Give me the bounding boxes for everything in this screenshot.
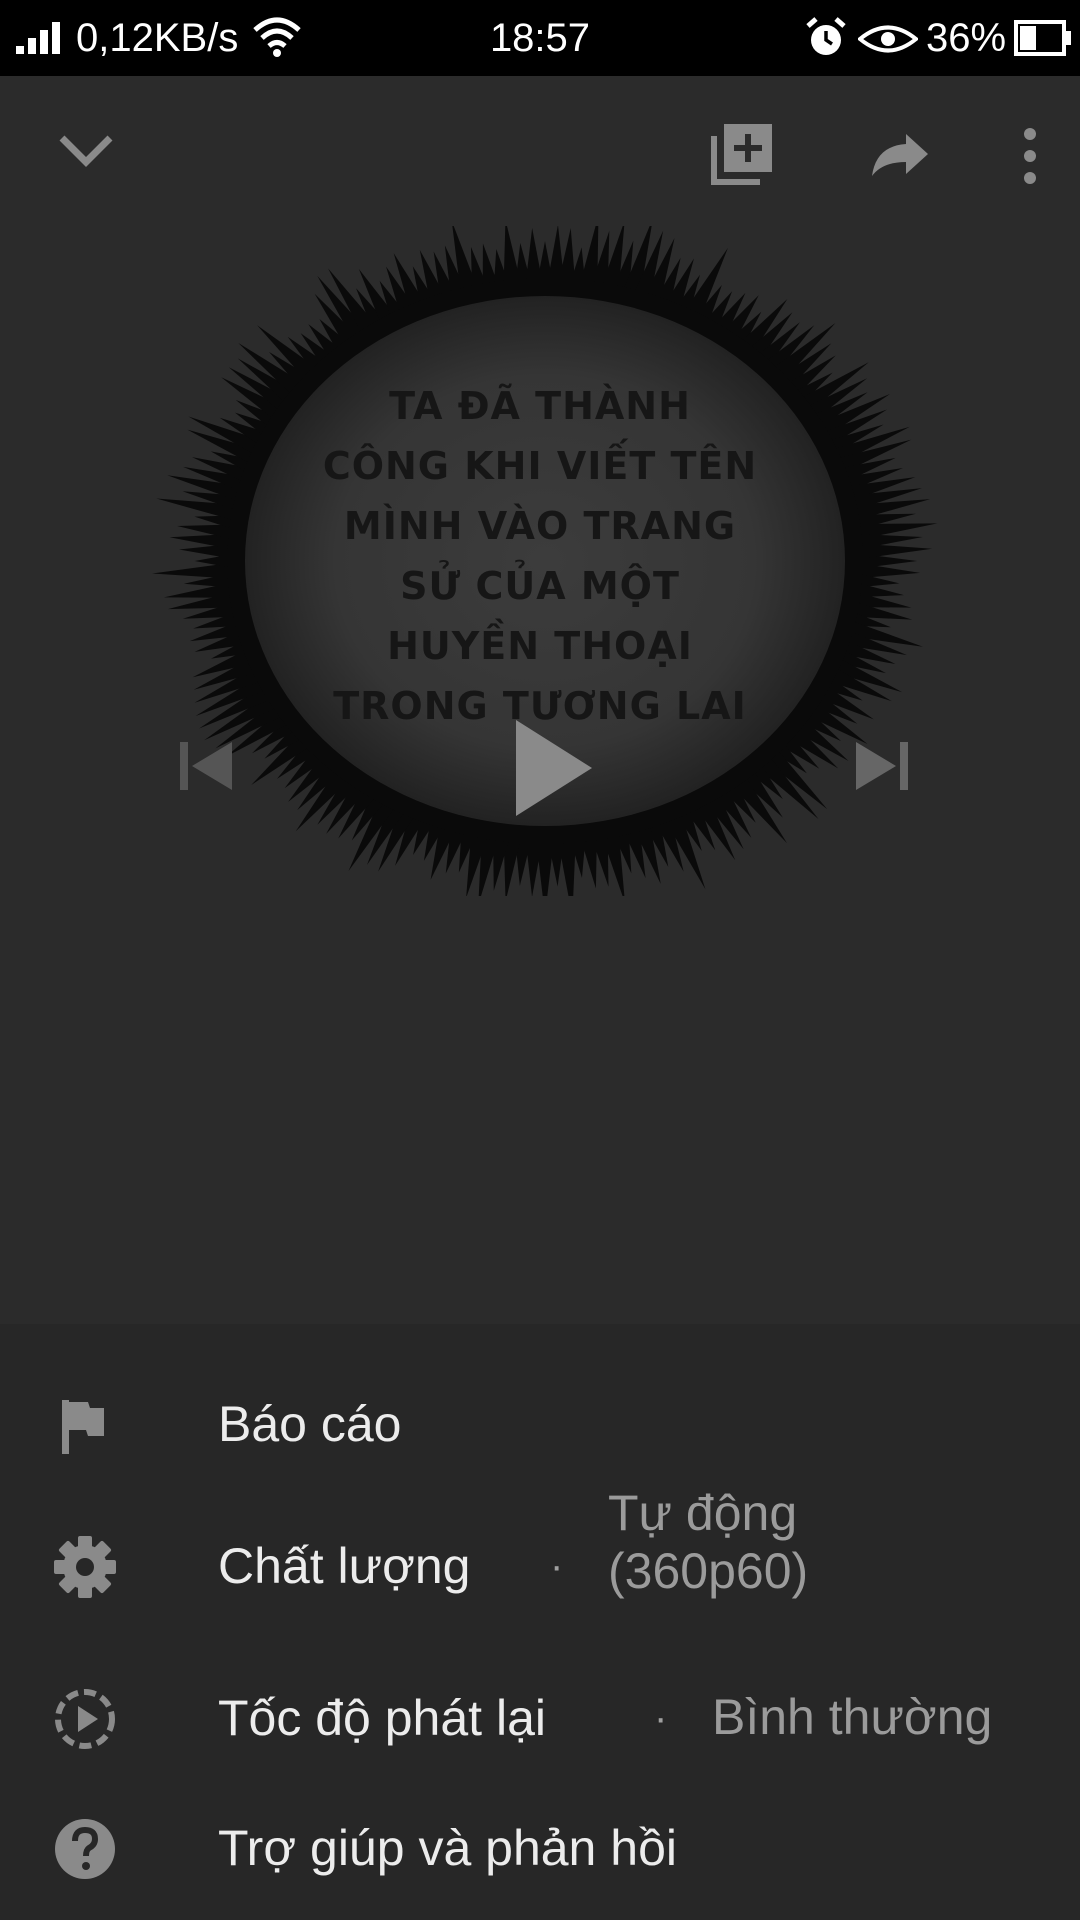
quality-value-line1: Tự động xyxy=(608,1485,798,1541)
artwork-line: CÔNG KHI VIẾT TÊN xyxy=(322,444,758,488)
menu-item-playback-speed[interactable]: Tốc độ phát lại · Bình thường xyxy=(0,1664,1080,1774)
eye-icon xyxy=(858,25,918,53)
menu-item-label: Tốc độ phát lại xyxy=(218,1690,546,1746)
separator-dot: · xyxy=(550,1544,564,1588)
chevron-down-icon[interactable] xyxy=(56,130,116,170)
artwork-caption: TA ĐÃ THÀNH CÔNG KHI VIẾT TÊN MÌNH VÀO T… xyxy=(270,376,810,736)
menu-item-report[interactable]: Báo cáo xyxy=(0,1374,1080,1474)
more-vert-icon[interactable] xyxy=(1020,126,1040,186)
playback-speed-value: Bình thường xyxy=(712,1689,993,1745)
menu-item-quality[interactable]: Chất lượng · Tự động (360p60) xyxy=(0,1484,1080,1654)
battery-icon xyxy=(1014,20,1071,56)
artwork-line: HUYỀN THOẠI xyxy=(387,624,693,668)
menu-item-help-feedback[interactable]: Trợ giúp và phản hồi xyxy=(0,1794,1080,1904)
help-icon xyxy=(55,1819,115,1879)
skip-previous-icon[interactable] xyxy=(176,736,236,796)
menu-item-label: Trợ giúp và phản hồi xyxy=(218,1820,677,1876)
video-player[interactable]: TA ĐÃ THÀNH CÔNG KHI VIẾT TÊN MÌNH VÀO T… xyxy=(0,76,1080,1324)
battery-percent: 36% xyxy=(926,16,1007,60)
separator-dot: · xyxy=(654,1696,668,1740)
menu-item-label: Báo cáo xyxy=(218,1396,402,1452)
artwork-line: TA ĐÃ THÀNH xyxy=(389,384,691,428)
quality-value-line2: (360p60) xyxy=(608,1543,809,1599)
play-icon[interactable] xyxy=(512,716,596,820)
artwork-line: MÌNH VÀO TRANG xyxy=(343,504,737,548)
flag-icon xyxy=(62,1400,104,1454)
clock: 18:57 xyxy=(489,16,591,60)
add-to-playlist-icon[interactable] xyxy=(710,120,776,186)
gear-icon xyxy=(54,1536,116,1598)
share-icon[interactable] xyxy=(870,132,930,178)
artwork-line: SỬ CỦA MỘT xyxy=(400,564,680,608)
status-bar: 0,12KB/s 18:57 36% xyxy=(0,0,1080,76)
skip-next-icon[interactable] xyxy=(852,736,912,796)
menu-item-label: Chất lượng xyxy=(218,1538,471,1594)
alarm-icon xyxy=(806,17,846,55)
options-menu: Báo cáo Chất lượng · Tự động (360p60) Tố… xyxy=(0,1324,1080,1920)
playback-speed-icon xyxy=(55,1689,115,1749)
